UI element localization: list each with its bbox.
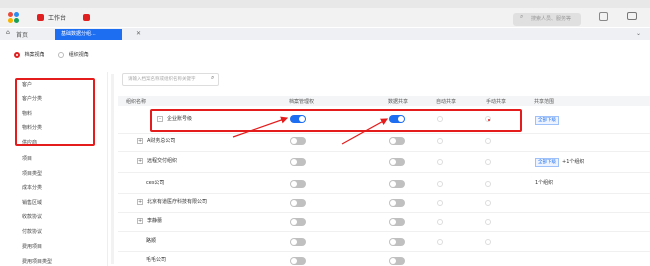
data-share-toggle[interactable]	[389, 137, 405, 145]
manual-share-radio[interactable]	[485, 138, 491, 144]
archive-mgmt-toggle[interactable]	[290, 199, 306, 207]
col-share-scope: 共享范围	[534, 99, 555, 105]
org-name: 远程交付组织	[147, 158, 178, 164]
org-search-input[interactable]: 请输入档案名称或组织名称关键字	[122, 73, 219, 86]
left-item-receipt-agreement[interactable]: 收款协议	[22, 213, 42, 220]
auto-share-radio[interactable]	[437, 138, 443, 144]
workbench-icon	[37, 14, 44, 21]
manual-share-radio[interactable]	[485, 159, 491, 165]
data-share-toggle[interactable]	[389, 199, 405, 207]
col-archive-mgmt: 档案管理权	[289, 99, 315, 105]
message-icon[interactable]	[627, 12, 637, 20]
auto-share-radio[interactable]	[437, 159, 443, 165]
row-divider	[118, 133, 650, 134]
active-page-tab[interactable]: 基础数据分组...	[55, 29, 122, 40]
archive-mgmt-toggle[interactable]	[290, 257, 306, 265]
expand-icon[interactable]: +	[137, 157, 143, 164]
auto-share-radio[interactable]	[437, 219, 443, 225]
share-scope-count: +1个组织	[562, 159, 585, 165]
col-manual-share: 手动共享	[486, 99, 507, 105]
left-item-project[interactable]: 项目	[22, 155, 32, 162]
row-divider	[118, 212, 650, 213]
archive-mgmt-toggle[interactable]	[290, 137, 306, 145]
data-share-toggle[interactable]	[389, 180, 405, 188]
more-tabs-icon[interactable]: ⌄	[636, 30, 641, 37]
workbench-tab[interactable]: 工作台	[48, 13, 66, 22]
app-tab-icon[interactable]	[83, 14, 90, 21]
left-item-cost-category[interactable]: 成本分类	[22, 184, 42, 191]
archive-mgmt-toggle[interactable]	[290, 238, 306, 246]
table-row[interactable]: + 北京有道医疗科技有限公司	[137, 198, 207, 205]
share-scope-tag[interactable]: 全部下级	[535, 158, 559, 167]
app-logo-icon	[8, 12, 20, 24]
row-divider	[118, 151, 650, 152]
left-item-payment-agreement[interactable]: 付款协议	[22, 228, 42, 235]
table-header	[118, 96, 650, 106]
table-row[interactable]: 路顺	[146, 237, 156, 244]
org-name: 毛毛公司	[146, 257, 167, 263]
share-scope-tag[interactable]: 全部下级	[535, 116, 559, 125]
home-tab[interactable]: 首页	[16, 30, 28, 39]
archive-view-radio[interactable]	[14, 51, 20, 58]
manual-share-radio[interactable]	[485, 239, 491, 245]
help-icon[interactable]	[599, 12, 608, 21]
table-row[interactable]: + 远程交付组织	[137, 157, 177, 164]
manual-share-radio[interactable]	[485, 219, 491, 225]
expand-icon[interactable]: +	[137, 137, 143, 144]
manual-share-radio[interactable]	[485, 181, 491, 187]
table-row[interactable]: ces公司	[146, 179, 164, 186]
row-divider	[118, 172, 650, 173]
archive-mgmt-toggle[interactable]	[290, 158, 306, 166]
left-item-expense-item[interactable]: 费用项目	[22, 243, 42, 250]
table-row[interactable]: + A财务总公司	[137, 137, 175, 144]
row-divider	[118, 193, 650, 194]
data-share-toggle[interactable]	[389, 238, 405, 246]
org-name: 路顺	[146, 238, 157, 244]
org-name: ces公司	[146, 180, 165, 186]
archive-mgmt-toggle[interactable]	[290, 218, 306, 226]
col-auto-share: 自动共享	[436, 99, 457, 105]
left-scrollbar[interactable]	[111, 74, 114, 264]
left-highlight-box	[15, 78, 95, 146]
row-divider	[118, 251, 650, 252]
org-name: 北京有道医疗科技有限公司	[147, 199, 208, 205]
close-tab-icon[interactable]: ✕	[136, 30, 141, 37]
left-item-project-type[interactable]: 项目类型	[22, 170, 42, 177]
view-mode-options: 档案视角 组织视角	[14, 51, 89, 58]
expand-icon[interactable]: +	[137, 217, 143, 224]
data-share-toggle[interactable]	[389, 158, 405, 166]
row-highlight-box	[150, 109, 522, 132]
org-view-radio[interactable]	[58, 51, 65, 58]
org-view-label: 组织视角	[68, 52, 89, 58]
auto-share-radio[interactable]	[437, 200, 443, 206]
search-icon: ⌕	[520, 13, 524, 20]
left-item-sales-region[interactable]: 销售区域	[22, 199, 42, 206]
auto-share-radio[interactable]	[437, 181, 443, 187]
share-scope-count: 1个组织	[535, 180, 554, 186]
left-item-expense-item-type[interactable]: 费用项目类型	[22, 258, 52, 265]
archive-view-label: 档案视角	[24, 52, 45, 58]
browser-chrome	[0, 0, 650, 8]
col-org-name: 组织名称	[126, 99, 147, 105]
search-icon: ⌕	[211, 74, 215, 81]
table-row[interactable]: + 李静蕾	[137, 217, 162, 224]
row-divider	[118, 231, 650, 232]
data-share-toggle[interactable]	[389, 218, 405, 226]
data-share-toggle[interactable]	[389, 257, 405, 265]
org-name: A财务总公司	[147, 138, 176, 144]
col-data-share: 数据共享	[388, 99, 409, 105]
table-row[interactable]: 毛毛公司	[146, 256, 166, 263]
archive-mgmt-toggle[interactable]	[290, 180, 306, 188]
home-icon[interactable]: ⌂	[6, 29, 10, 36]
auto-share-radio[interactable]	[437, 239, 443, 245]
manual-share-radio[interactable]	[485, 200, 491, 206]
org-name: 李静蕾	[147, 218, 163, 224]
expand-icon[interactable]: +	[137, 198, 143, 205]
